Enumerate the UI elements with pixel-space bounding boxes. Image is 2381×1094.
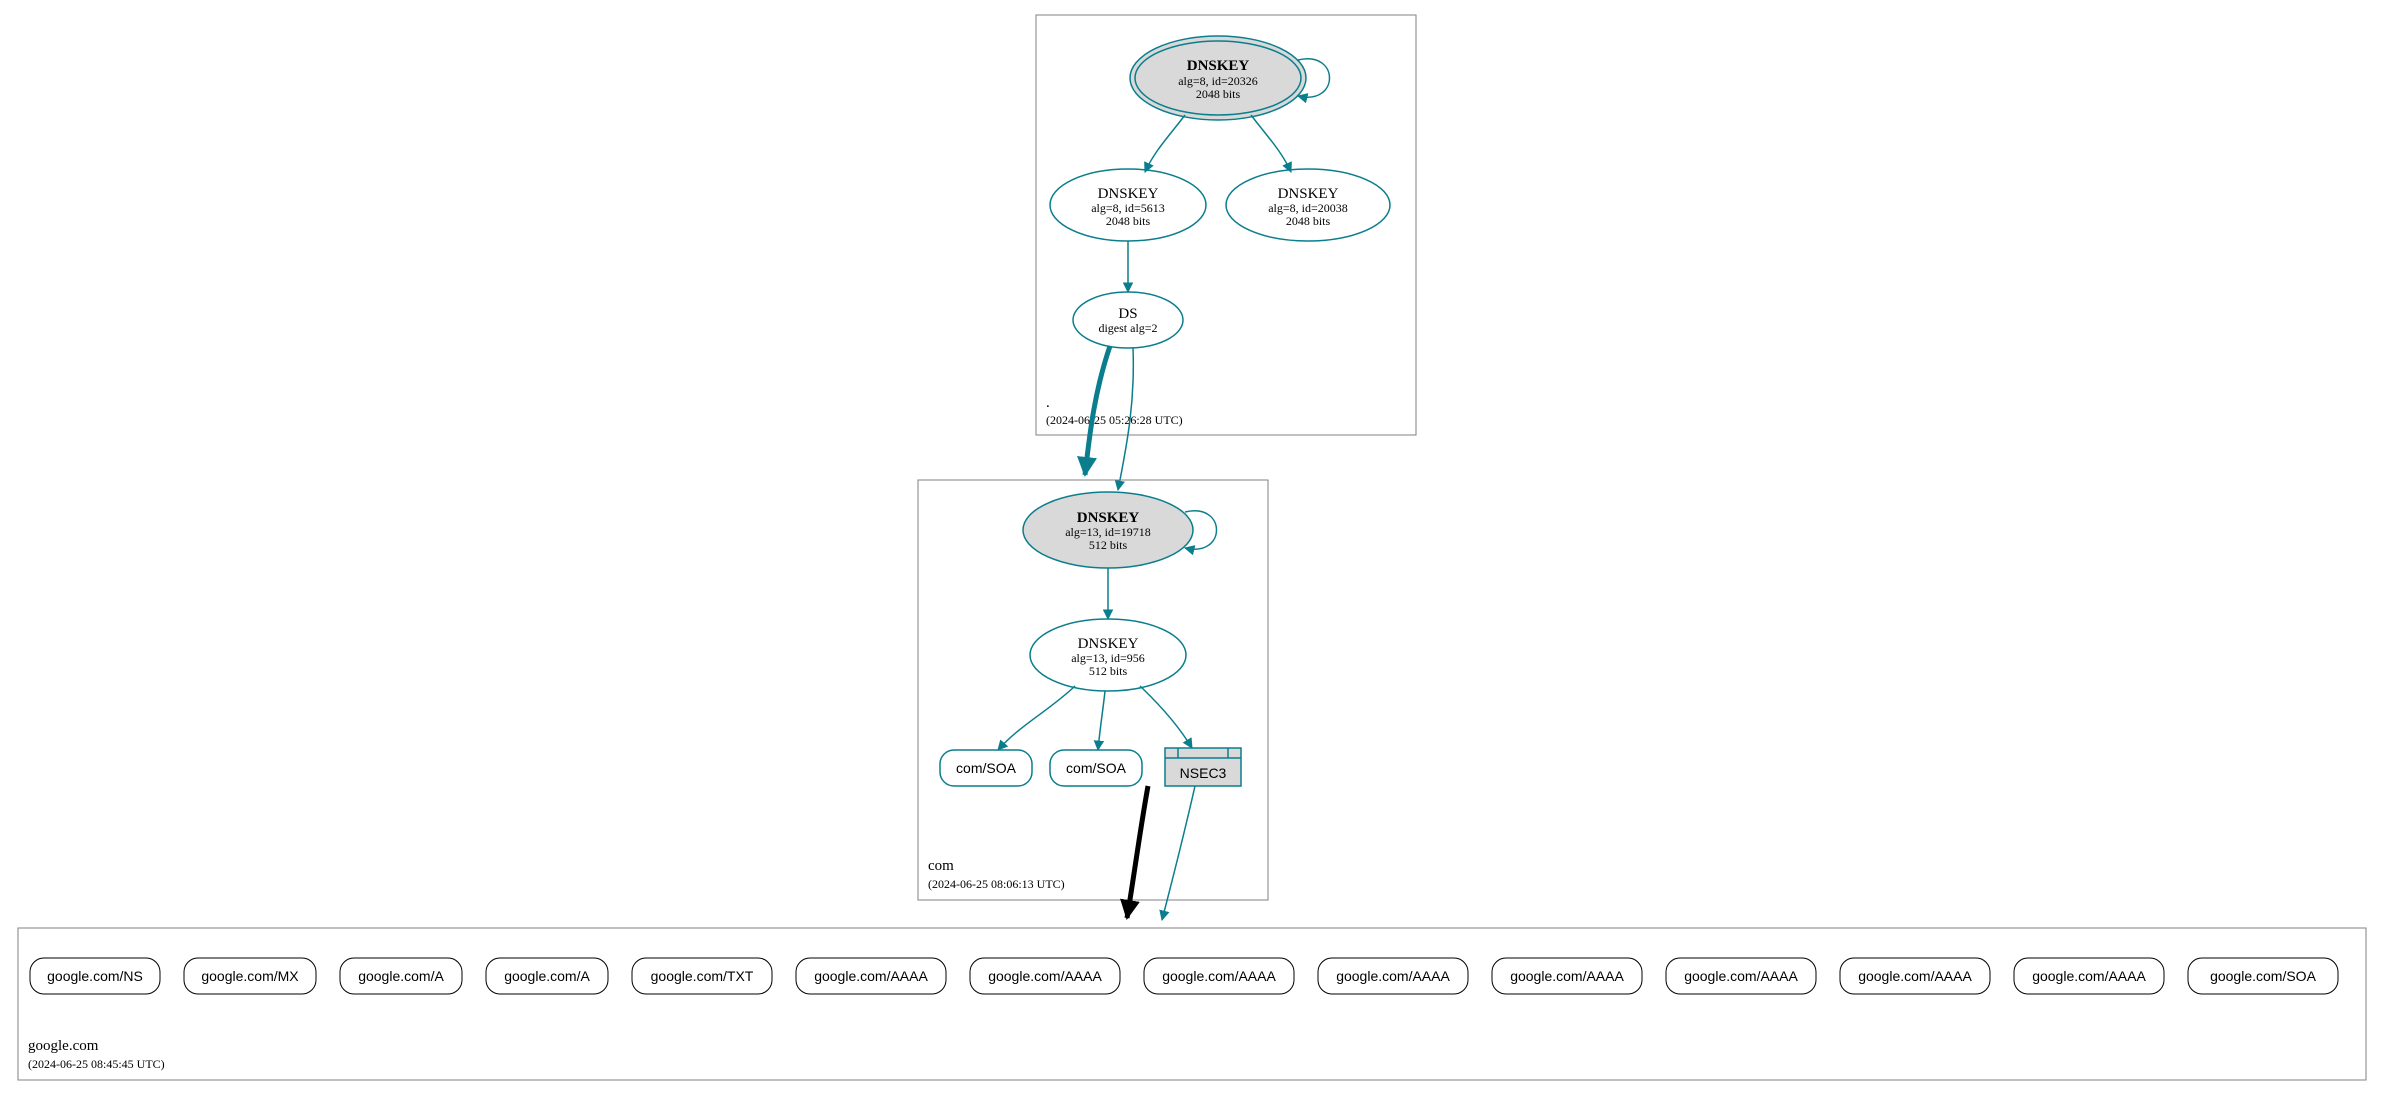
svg-text:google.com/MX: google.com/MX <box>201 968 299 984</box>
google-record-5[interactable]: google.com/AAAA <box>796 958 946 994</box>
zone-google-timestamp: (2024-06-25 08:45:45 UTC) <box>28 1057 165 1071</box>
node-root-ds[interactable]: DS digest alg=2 <box>1073 292 1183 348</box>
svg-text:google.com/AAAA: google.com/AAAA <box>814 968 928 984</box>
svg-text:google.com/SOA: google.com/SOA <box>2210 968 2316 984</box>
node-com-zsk[interactable]: DNSKEY alg=13, id=956 512 bits <box>1030 619 1186 691</box>
svg-text:alg=8, id=20326: alg=8, id=20326 <box>1178 74 1258 88</box>
google-record-0[interactable]: google.com/NS <box>30 958 160 994</box>
svg-text:512 bits: 512 bits <box>1089 664 1128 678</box>
zone-root: . (2024-06-25 05:26:28 UTC) DNSKEY alg=8… <box>1036 15 1416 435</box>
svg-text:DNSKEY: DNSKEY <box>1077 510 1140 526</box>
svg-text:google.com/NS: google.com/NS <box>47 968 143 984</box>
zone-root-name: . <box>1046 395 1050 411</box>
zone-root-timestamp: (2024-06-25 05:26:28 UTC) <box>1046 413 1183 427</box>
svg-text:2048 bits: 2048 bits <box>1196 87 1241 101</box>
svg-text:digest alg=2: digest alg=2 <box>1098 321 1157 335</box>
svg-text:com/SOA: com/SOA <box>956 760 1017 776</box>
edge-com-zsk-soa2 <box>1098 691 1105 750</box>
svg-text:2048 bits: 2048 bits <box>1286 214 1331 228</box>
node-root-zsk1[interactable]: DNSKEY alg=8, id=5613 2048 bits <box>1050 169 1206 241</box>
svg-text:alg=13, id=19718: alg=13, id=19718 <box>1065 525 1151 539</box>
svg-text:NSEC3: NSEC3 <box>1180 765 1227 781</box>
google-record-9[interactable]: google.com/AAAA <box>1492 958 1642 994</box>
zone-google-name: google.com <box>28 1038 99 1054</box>
node-root-ksk[interactable]: DNSKEY alg=8, id=20326 2048 bits <box>1130 36 1306 120</box>
google-record-10[interactable]: google.com/AAAA <box>1666 958 1816 994</box>
zone-google: google.com (2024-06-25 08:45:45 UTC) goo… <box>18 928 2366 1080</box>
node-com-soa1[interactable]: com/SOA <box>940 750 1032 786</box>
svg-text:google.com/AAAA: google.com/AAAA <box>2032 968 2146 984</box>
google-record-3[interactable]: google.com/A <box>486 958 608 994</box>
svg-text:google.com/AAAA: google.com/AAAA <box>1858 968 1972 984</box>
node-com-ksk[interactable]: DNSKEY alg=13, id=19718 512 bits <box>1023 492 1193 568</box>
svg-text:DNSKEY: DNSKEY <box>1078 636 1139 652</box>
svg-text:google.com/A: google.com/A <box>504 968 590 984</box>
svg-text:alg=8, id=5613: alg=8, id=5613 <box>1091 201 1165 215</box>
zone-com-timestamp: (2024-06-25 08:06:13 UTC) <box>928 877 1065 891</box>
svg-text:google.com/AAAA: google.com/AAAA <box>1510 968 1624 984</box>
node-com-soa2[interactable]: com/SOA <box>1050 750 1142 786</box>
svg-text:google.com/TXT: google.com/TXT <box>651 968 754 984</box>
edge-root-ksk-zsk2 <box>1251 115 1291 172</box>
svg-text:DNSKEY: DNSKEY <box>1098 186 1159 202</box>
node-com-nsec3[interactable]: NSEC3 <box>1165 748 1241 786</box>
svg-text:512 bits: 512 bits <box>1089 538 1128 552</box>
google-record-4[interactable]: google.com/TXT <box>632 958 772 994</box>
svg-text:google.com/AAAA: google.com/AAAA <box>1162 968 1276 984</box>
svg-text:DNSKEY: DNSKEY <box>1278 186 1339 202</box>
svg-text:google.com/AAAA: google.com/AAAA <box>988 968 1102 984</box>
edge-com-to-google-black <box>1127 786 1148 918</box>
svg-text:google.com/A: google.com/A <box>358 968 444 984</box>
svg-text:DNSKEY: DNSKEY <box>1187 58 1250 74</box>
google-record-13[interactable]: google.com/SOA <box>2188 958 2338 994</box>
google-record-12[interactable]: google.com/AAAA <box>2014 958 2164 994</box>
google-record-11[interactable]: google.com/AAAA <box>1840 958 1990 994</box>
edge-com-zsk-nsec3 <box>1140 686 1192 748</box>
svg-text:DS: DS <box>1118 306 1137 322</box>
google-record-6[interactable]: google.com/AAAA <box>970 958 1120 994</box>
svg-text:com/SOA: com/SOA <box>1066 760 1127 776</box>
svg-text:google.com/AAAA: google.com/AAAA <box>1684 968 1798 984</box>
zone-com-name: com <box>928 858 954 874</box>
svg-text:alg=8, id=20038: alg=8, id=20038 <box>1268 201 1348 215</box>
edge-ds-to-com-deleg <box>1085 346 1110 475</box>
edge-com-zsk-soa1 <box>998 686 1075 750</box>
dnssec-diagram: . (2024-06-25 05:26:28 UTC) DNSKEY alg=8… <box>0 0 2381 1094</box>
google-record-2[interactable]: google.com/A <box>340 958 462 994</box>
svg-text:alg=13, id=956: alg=13, id=956 <box>1071 651 1145 665</box>
edge-root-ksk-zsk1 <box>1145 115 1185 172</box>
svg-text:google.com/AAAA: google.com/AAAA <box>1336 968 1450 984</box>
zone-com: com (2024-06-25 08:06:13 UTC) DNSKEY alg… <box>918 480 1268 900</box>
google-record-8[interactable]: google.com/AAAA <box>1318 958 1468 994</box>
google-record-7[interactable]: google.com/AAAA <box>1144 958 1294 994</box>
svg-text:2048 bits: 2048 bits <box>1106 214 1151 228</box>
google-record-1[interactable]: google.com/MX <box>184 958 316 994</box>
node-root-zsk2[interactable]: DNSKEY alg=8, id=20038 2048 bits <box>1226 169 1390 241</box>
